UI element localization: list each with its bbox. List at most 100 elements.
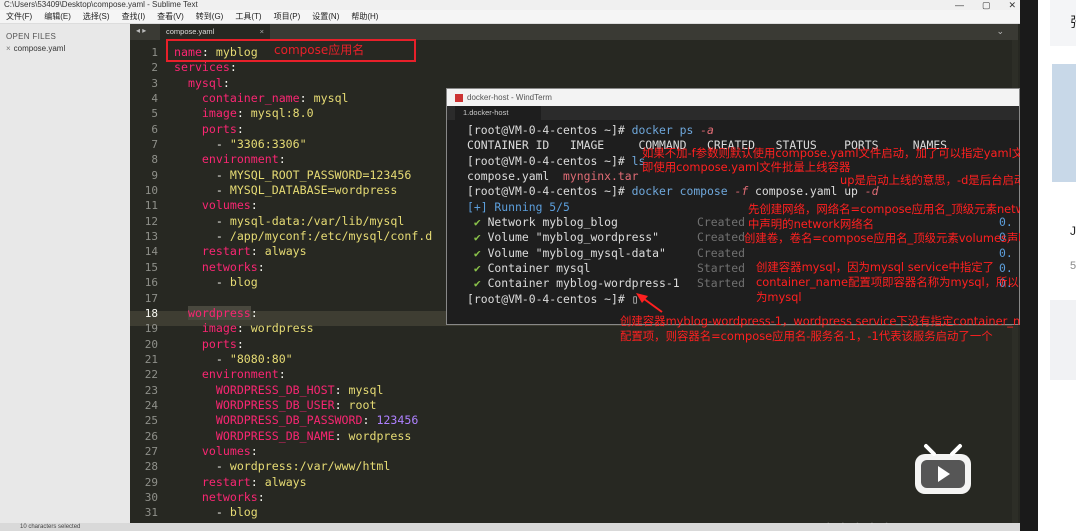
code-token: image [201,106,237,121]
terminal-token: Volume "myblog_wordpress" [487,230,660,245]
close-icon[interactable]: × [6,44,11,53]
menu-goto[interactable]: 转到(G) [190,10,230,23]
terminal-token: Network myblog_blog [487,215,618,230]
menu-project[interactable]: 项目(P) [268,10,307,23]
screen: C:\Users\53409\Desktop\compose.yaml - Su… [0,0,1076,531]
code-line[interactable]: - "8080:80" [174,352,1014,367]
right-page-panel: 张 J 5 [1020,0,1076,531]
code-line[interactable]: WORDPRESS_DB_USER: root [174,398,1014,413]
line-number: 15 [144,260,158,274]
sidebar-file-label: compose.yaml [13,44,66,53]
tab-close-icon[interactable]: × [260,24,264,40]
code-line[interactable]: restart: always [174,475,1014,490]
play-icon[interactable] [912,440,974,498]
code-token: : [334,428,349,443]
line-number: 2 [151,61,158,75]
code-token: : [334,397,349,412]
menu-view[interactable]: 查看(V) [151,10,190,23]
code-token: wordpress [187,305,251,320]
code-token: : [229,60,237,75]
line-number: 16 [144,276,158,290]
tab-label: compose.yaml [166,27,215,36]
terminal-tab-bar: 1.docker-host [447,106,1019,120]
tab-dropdown-icon[interactable]: ⌄ [996,26,1004,37]
side-text: J [1070,224,1076,238]
code-token: container_name [201,91,300,106]
code-token: wordpress [348,428,412,443]
close-button[interactable]: ✕ [1008,0,1016,10]
tab-nav-arrows-icon[interactable]: ◂ ▸ [136,26,146,35]
code-line[interactable]: volumes: [174,444,1014,459]
line-number: 29 [144,475,158,489]
annotation-text: 先创建网络，网络名=compose应用名_顶级元素networks [748,202,1050,216]
code-token: - [174,229,230,244]
terminal-token: ✔ [467,215,488,230]
code-token: environment [201,367,279,382]
annotation-text: 创建容器myblog-wordpress-1，wordpress service… [620,314,1046,328]
menu-selection[interactable]: 选择(S) [77,10,116,23]
code-line[interactable]: environment: [174,367,1014,382]
sidebar-file-compose[interactable]: × compose.yaml [0,41,130,53]
code-token: - [174,351,230,366]
code-token: WORDPRESS_DB_NAME [215,428,335,443]
terminal-tab[interactable]: 1.docker-host [455,106,541,120]
code-token: : [257,259,265,274]
code-line[interactable]: WORDPRESS_DB_PASSWORD: 123456 [174,413,1014,428]
line-number: 24 [144,398,158,412]
line-number: 18 [144,306,158,320]
line-number: 19 [144,322,158,336]
line-number: 7 [151,138,158,152]
line-number: 5 [151,107,158,121]
code-line[interactable]: networks: [174,490,1014,505]
maximize-button[interactable]: ▢ [982,0,991,10]
menu-help[interactable]: 帮助(H) [345,10,384,23]
annotation-text: 创建卷，卷名=compose应用名_顶级元素volumes声明的卷名 [744,231,1064,245]
menu-preferences[interactable]: 设置(N) [306,10,345,23]
menu-tools[interactable]: 工具(T) [229,10,267,23]
terminal-line: [root@VM-0-4-centos ~]# docker ps -a [467,123,1027,138]
window-title: C:\Users\53409\Desktop\compose.yaml - Su… [4,0,198,9]
code-token: : [236,336,244,351]
thumbnail-image[interactable] [1052,64,1076,182]
code-token: ports [201,121,237,136]
code-token: : [236,321,251,336]
watermark: · · · · · [826,514,892,530]
menu-file[interactable]: 文件(F) [0,10,38,23]
menu-edit[interactable]: 编辑(E) [38,10,77,23]
code-line[interactable]: WORDPRESS_DB_HOST: mysql [174,383,1014,398]
code-token: WORDPRESS_DB_HOST [215,382,335,397]
minimize-button[interactable]: — [955,0,964,10]
code-token: : [257,489,265,504]
terminal-token: docker ps [631,123,701,137]
code-token: root [348,397,377,412]
menu-find[interactable]: 查找(I) [116,10,152,23]
status-text: 10 characters selected [20,524,81,530]
terminal-line: ✔ Network myblog_blog Created 0. [467,215,1027,230]
code-token: : [250,198,258,213]
annotation-text: 为mysql [756,290,802,304]
line-number: 21 [144,352,158,366]
terminal-token: [root@VM-0-4-centos ~]# ▯ [467,291,639,306]
code-token: MYSQL_ROOT_PASSWORD=123456 [229,167,412,182]
page-divider [1020,0,1038,531]
line-number: 14 [144,245,158,259]
terminal-token: ✔ [467,276,488,291]
code-line[interactable]: - wordpress:/var/www/html [174,459,1014,474]
side-card[interactable] [1050,300,1076,380]
code-line[interactable]: services: [174,60,1014,75]
terminal-token: [root@VM-0-4-centos ~]# [467,184,632,199]
code-token: : [278,152,286,167]
status-label: Started [697,261,746,276]
code-line[interactable]: WORDPRESS_DB_NAME: wordpress [174,429,1014,444]
terminal-token: docker compose [631,184,735,199]
terminal-token: ✔ [467,230,488,245]
tab-compose-yaml[interactable]: compose.yaml × [160,24,270,40]
code-token: - [174,213,230,228]
